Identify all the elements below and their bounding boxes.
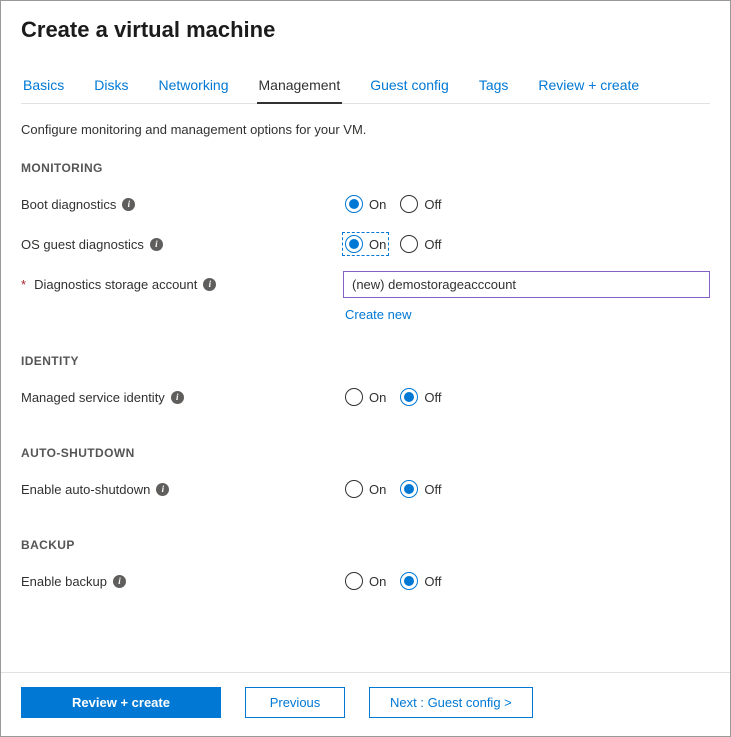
required-indicator: * (21, 277, 26, 292)
intro-text: Configure monitoring and management opti… (21, 122, 710, 137)
os-guest-diagnostics-off[interactable]: Off (398, 233, 443, 255)
tab-review-create[interactable]: Review + create (536, 71, 641, 103)
auto-shutdown-on[interactable]: On (343, 478, 388, 500)
radio-icon (400, 195, 418, 213)
row-boot-diagnostics: Boot diagnostics i On Off (21, 187, 710, 221)
info-icon[interactable]: i (156, 483, 169, 496)
review-create-button[interactable]: Review + create (21, 687, 221, 718)
info-icon[interactable]: i (113, 575, 126, 588)
section-backup-heading: BACKUP (21, 538, 710, 552)
section-autoshutdown-heading: AUTO-SHUTDOWN (21, 446, 710, 460)
radio-off-label: Off (424, 390, 441, 405)
radio-on-label: On (369, 197, 386, 212)
tab-networking[interactable]: Networking (156, 71, 230, 103)
tab-tags[interactable]: Tags (477, 71, 511, 103)
os-guest-diagnostics-label: OS guest diagnostics (21, 237, 144, 252)
boot-diagnostics-label: Boot diagnostics (21, 197, 116, 212)
section-identity-heading: IDENTITY (21, 354, 710, 368)
page-title: Create a virtual machine (21, 17, 710, 43)
radio-icon (400, 235, 418, 253)
storage-account-select[interactable]: (new) demostorageacccount (343, 271, 710, 298)
radio-on-label: On (369, 482, 386, 497)
row-auto-shutdown: Enable auto-shutdown i On Off (21, 472, 710, 506)
section-monitoring-heading: MONITORING (21, 161, 710, 175)
row-managed-identity: Managed service identity i On Off (21, 380, 710, 414)
tab-management[interactable]: Management (257, 71, 343, 103)
radio-icon (345, 235, 363, 253)
radio-icon (345, 480, 363, 498)
tabs: Basics Disks Networking Management Guest… (21, 71, 710, 104)
row-storage-account: * Diagnostics storage account i (new) de… (21, 267, 710, 301)
radio-on-label: On (369, 574, 386, 589)
row-os-guest-diagnostics: OS guest diagnostics i On Off (21, 227, 710, 261)
boot-diagnostics-off[interactable]: Off (398, 193, 443, 215)
tab-disks[interactable]: Disks (92, 71, 130, 103)
radio-off-label: Off (424, 237, 441, 252)
tab-guest-config[interactable]: Guest config (368, 71, 451, 103)
info-icon[interactable]: i (203, 278, 216, 291)
previous-button[interactable]: Previous (245, 687, 345, 718)
radio-on-label: On (369, 237, 386, 252)
storage-account-label: Diagnostics storage account (34, 277, 197, 292)
radio-off-label: Off (424, 482, 441, 497)
managed-identity-on[interactable]: On (343, 386, 388, 408)
managed-identity-off[interactable]: Off (398, 386, 443, 408)
next-button[interactable]: Next : Guest config > (369, 687, 533, 718)
radio-icon (400, 572, 418, 590)
create-vm-page: Create a virtual machine Basics Disks Ne… (0, 0, 731, 737)
footer: Review + create Previous Next : Guest co… (1, 672, 730, 736)
backup-on[interactable]: On (343, 570, 388, 592)
boot-diagnostics-on[interactable]: On (343, 193, 388, 215)
info-icon[interactable]: i (150, 238, 163, 251)
row-backup: Enable backup i On Off (21, 564, 710, 598)
radio-icon (345, 572, 363, 590)
info-icon[interactable]: i (171, 391, 184, 404)
radio-on-label: On (369, 390, 386, 405)
radio-icon (345, 195, 363, 213)
auto-shutdown-off[interactable]: Off (398, 478, 443, 500)
radio-off-label: Off (424, 574, 441, 589)
radio-icon (345, 388, 363, 406)
auto-shutdown-label: Enable auto-shutdown (21, 482, 150, 497)
tab-basics[interactable]: Basics (21, 71, 66, 103)
os-guest-diagnostics-on[interactable]: On (343, 233, 388, 255)
radio-off-label: Off (424, 197, 441, 212)
managed-identity-label: Managed service identity (21, 390, 165, 405)
create-new-link[interactable]: Create new (345, 307, 710, 322)
radio-icon (400, 388, 418, 406)
backup-label: Enable backup (21, 574, 107, 589)
info-icon[interactable]: i (122, 198, 135, 211)
radio-icon (400, 480, 418, 498)
backup-off[interactable]: Off (398, 570, 443, 592)
